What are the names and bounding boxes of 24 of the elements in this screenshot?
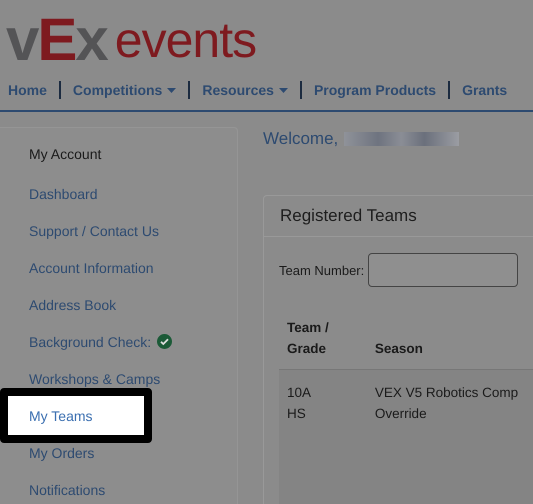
team-number-field[interactable] xyxy=(368,253,518,287)
card-title: Registered Teams xyxy=(264,196,533,237)
logo-text: events xyxy=(114,14,256,66)
table-cell-text: HS xyxy=(287,405,307,423)
field-label: Team Number: xyxy=(279,262,364,278)
table-cell-text: VEX V5 Robotics Comp xyxy=(374,384,520,402)
table-cell-text: 10A xyxy=(287,384,312,402)
column-header: Team / Grade xyxy=(279,313,367,370)
nav-link[interactable]: Program Products xyxy=(314,82,436,98)
sidebar-item[interactable]: Background Check: xyxy=(0,323,237,360)
sidebar-heading: My Account xyxy=(28,145,102,164)
sidebar-item[interactable]: Account Information xyxy=(0,249,237,286)
nav-link[interactable]: Grants xyxy=(462,82,508,98)
sidebar-item[interactable]: Dashboard xyxy=(0,175,237,212)
table-cell-text: Override xyxy=(374,405,428,423)
column-header: Season xyxy=(366,313,533,370)
sidebar-item[interactable]: My Teams xyxy=(0,388,152,443)
nav-link[interactable]: Home xyxy=(8,82,47,98)
sidebar-item[interactable]: Address Book xyxy=(0,286,237,323)
welcome-text: Welcome, xyxy=(263,129,338,149)
sidebar-item[interactable]: Support / Contact Us xyxy=(0,212,237,249)
sidebar-item[interactable]: Notifications xyxy=(0,471,237,504)
nav-link[interactable]: Competitions xyxy=(72,82,176,98)
nav-link[interactable]: Resources xyxy=(202,82,288,98)
